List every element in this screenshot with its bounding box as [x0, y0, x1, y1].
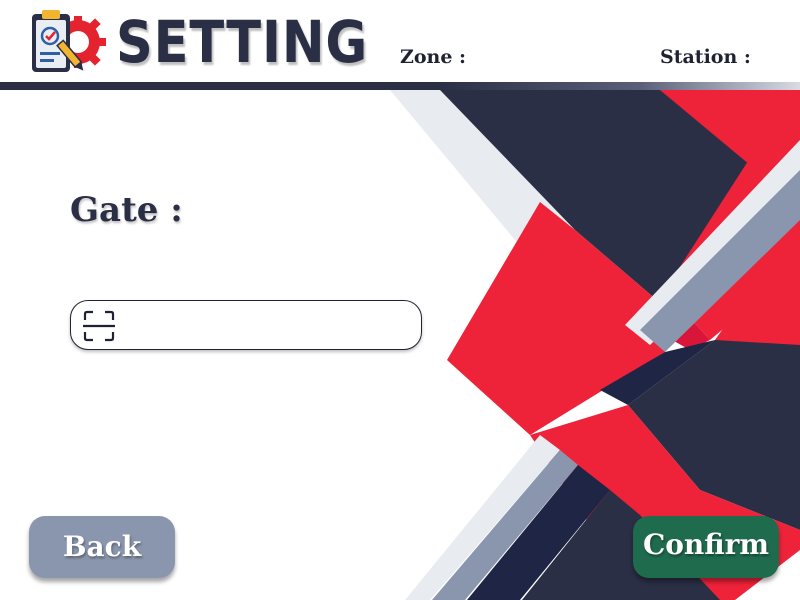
station-label: Station :: [660, 46, 751, 68]
back-button[interactable]: Back: [29, 516, 175, 578]
scan-frame-icon[interactable]: [83, 310, 115, 342]
header-divider: [0, 82, 800, 90]
confirm-button[interactable]: Confirm: [633, 516, 779, 578]
gate-input[interactable]: [127, 309, 411, 343]
header: SETTING Zone : Station :: [0, 0, 800, 82]
page-title: SETTING: [116, 8, 369, 76]
gate-field[interactable]: [70, 300, 422, 350]
settings-clipboard-icon: [32, 10, 106, 72]
gate-label: Gate :: [70, 190, 183, 230]
zone-label: Zone :: [400, 46, 467, 68]
